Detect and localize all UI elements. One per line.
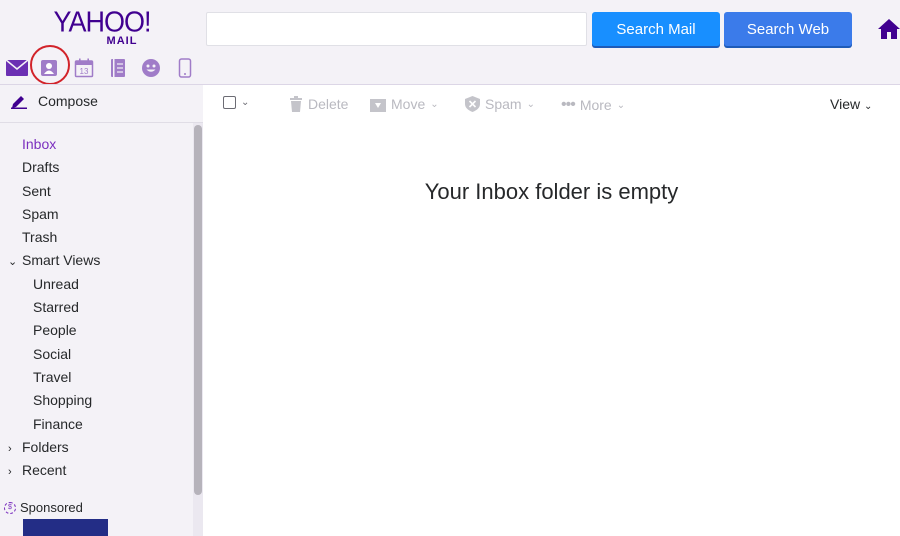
compose-label: Compose: [38, 93, 98, 109]
folder-label: Recent: [22, 462, 67, 479]
more-dots-icon: •••: [561, 96, 576, 113]
folder-sent[interactable]: Sent: [0, 180, 190, 203]
messenger-icon[interactable]: [138, 55, 164, 81]
folder-label: Inbox: [22, 136, 57, 152]
smart-view-finance[interactable]: Finance: [0, 413, 190, 436]
sponsored-ad[interactable]: [23, 519, 108, 536]
calendar-day: 13: [80, 67, 89, 76]
sponsored-label: Sponsored: [20, 500, 83, 515]
smart-view-unread[interactable]: Unread: [0, 273, 190, 296]
folder-trash[interactable]: Trash: [0, 226, 190, 249]
more-button[interactable]: ••• More ⌄: [561, 96, 625, 114]
folder-label: Folders: [22, 438, 69, 455]
home-icon[interactable]: [877, 17, 900, 41]
chevron-down-icon: ⌄: [526, 98, 535, 110]
smart-view-shopping[interactable]: Shopping: [0, 389, 190, 412]
smart-view-travel[interactable]: Travel: [0, 366, 190, 389]
scrollbar-thumb[interactable]: [194, 125, 202, 495]
folder-label: Shopping: [33, 392, 93, 409]
compose-button[interactable]: Compose: [10, 93, 98, 109]
chevron-down-icon[interactable]: ⌄: [241, 97, 249, 108]
select-all-control[interactable]: ⌄: [223, 96, 249, 109]
chevron-right-icon[interactable]: ›: [8, 438, 22, 461]
sponsored-icon: $: [4, 501, 16, 514]
delete-label: Delete: [308, 96, 349, 112]
folder-folders[interactable]: › Folders: [0, 436, 190, 459]
smart-view-people[interactable]: People: [0, 319, 190, 342]
folder-list: Inbox Drafts Sent Spam Trash ⌄ Smart View…: [0, 133, 190, 482]
move-folder-icon: [370, 98, 386, 112]
smart-view-social[interactable]: Social: [0, 343, 190, 366]
folder-recent[interactable]: › Recent: [0, 459, 190, 482]
folder-smart-views[interactable]: ⌄ Smart Views: [0, 249, 190, 272]
message-list-pane: Your Inbox folder is empty: [203, 123, 900, 536]
search-mail-button[interactable]: Search Mail: [592, 12, 720, 46]
view-label: View: [830, 96, 861, 112]
folder-label: Social: [33, 345, 72, 362]
folder-label: Unread: [33, 275, 79, 292]
folder-label: Trash: [22, 229, 58, 246]
folder-inbox[interactable]: Inbox: [0, 133, 190, 156]
smart-view-starred[interactable]: Starred: [0, 296, 190, 319]
notepad-icon[interactable]: [105, 55, 131, 81]
yahoo-mail-logo[interactable]: YAHOO! MAIL: [52, 6, 152, 46]
message-toolbar: ⌄ Delete Move ⌄ Spam ⌄ ••• More ⌄ View ⌄: [203, 85, 900, 123]
move-label: Move: [391, 96, 426, 112]
contacts-highlight-circle: [30, 45, 70, 85]
logo-brand: YAHOO!: [53, 6, 151, 38]
folder-label: Travel: [33, 368, 72, 385]
delete-button[interactable]: Delete: [289, 96, 348, 112]
move-button[interactable]: Move ⌄: [370, 96, 439, 112]
header: YAHOO! MAIL Search Mail Search Web 13: [0, 0, 900, 85]
sidebar-scrollbar[interactable]: [193, 123, 203, 536]
chevron-down-icon: ⌄: [616, 99, 626, 111]
empty-inbox-message: Your Inbox folder is empty: [424, 179, 679, 204]
folder-label: Smart Views: [22, 252, 101, 269]
chevron-down-icon: ⌄: [863, 101, 873, 112]
chevron-right-icon[interactable]: ›: [8, 461, 22, 484]
folder-label: Starred: [33, 299, 79, 316]
folder-drafts[interactable]: Drafts: [0, 156, 190, 179]
folder-label: Spam: [22, 205, 59, 222]
search-input[interactable]: [206, 12, 587, 46]
shield-icon: [465, 96, 480, 112]
compose-pencil-icon: [11, 96, 27, 109]
folder-spam[interactable]: Spam: [0, 203, 190, 226]
mail-icon[interactable]: [4, 55, 30, 81]
select-all-checkbox[interactable]: [223, 96, 236, 109]
chevron-down-icon[interactable]: ⌄: [8, 251, 22, 274]
calendar-icon[interactable]: 13: [71, 55, 97, 81]
spam-button[interactable]: Spam ⌄: [465, 96, 535, 112]
folder-label: Sent: [22, 182, 51, 199]
sidebar: Compose Inbox Drafts Sent Spam Trash ⌄ Sm…: [0, 85, 203, 536]
sidebar-divider: [0, 122, 203, 123]
folder-label: People: [33, 322, 77, 339]
folder-label: Finance: [33, 415, 83, 432]
mobile-icon[interactable]: [172, 55, 198, 81]
folder-label: Drafts: [22, 159, 60, 176]
view-menu[interactable]: View ⌄: [830, 96, 872, 112]
chevron-down-icon: ⌄: [430, 98, 439, 110]
more-label: More: [579, 97, 612, 113]
trash-icon: [290, 96, 302, 112]
search-web-button[interactable]: Search Web: [724, 12, 852, 46]
sponsored-section: $ Sponsored: [4, 500, 83, 515]
spam-label: Spam: [485, 96, 522, 112]
